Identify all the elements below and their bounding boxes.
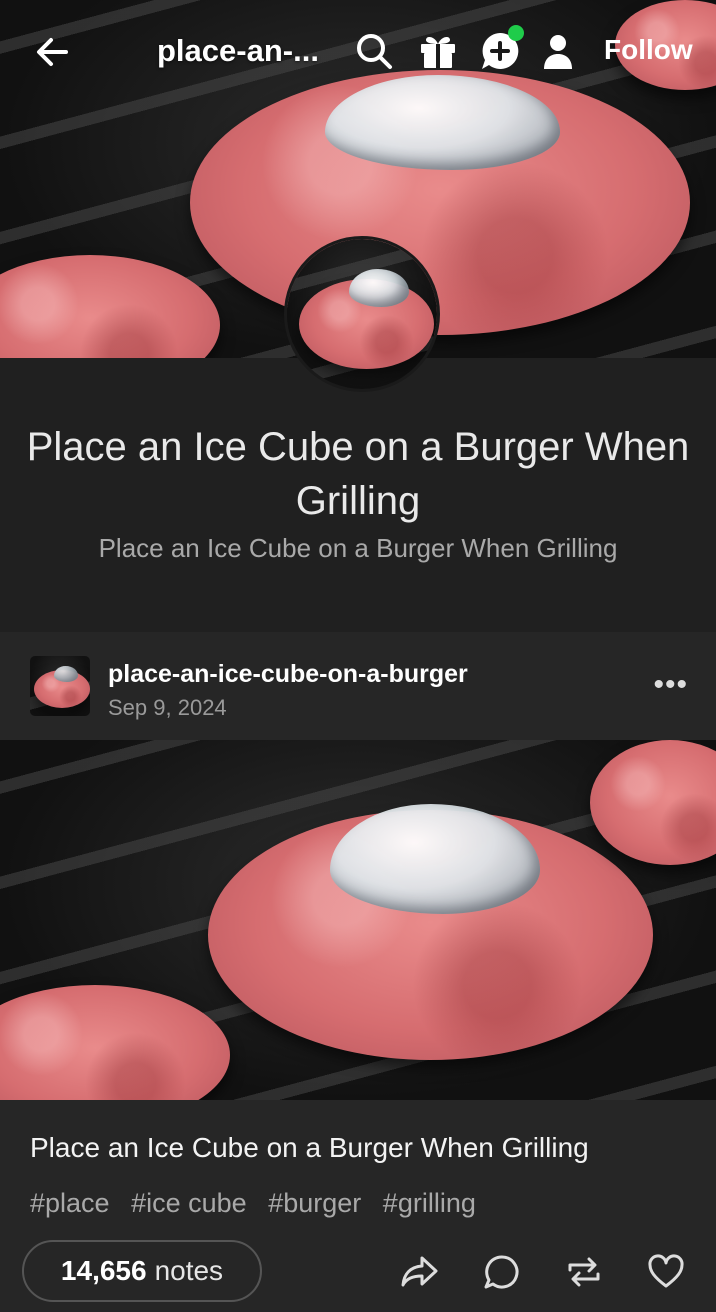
notes-count: 14,656 <box>60 1255 147 1286</box>
post-avatar[interactable] <box>30 656 90 716</box>
blog-description: Place an Ice Cube on a Burger When Grill… <box>98 533 618 563</box>
post-blog-name[interactable]: place-an-ice-cube-on-a-burger <box>108 660 468 689</box>
post-header: place-an-ice-cube-on-a-burger Sep 9, 202… <box>0 632 716 740</box>
account-icon[interactable] <box>538 31 578 71</box>
post-date: Sep 9, 2024 <box>108 695 227 720</box>
reblog-icon[interactable] <box>564 1252 604 1292</box>
post-text: Place an Ice Cube on a Burger When Grill… <box>30 1132 589 1163</box>
reply-icon[interactable] <box>482 1252 522 1292</box>
like-icon[interactable] <box>646 1252 686 1292</box>
tag-grilling[interactable]: #grilling <box>383 1188 476 1218</box>
compose-icon[interactable] <box>480 25 524 71</box>
follow-button[interactable]: Follow <box>604 34 693 66</box>
post-image[interactable] <box>0 740 716 1100</box>
notes-button[interactable]: 14,656 notes <box>22 1240 262 1302</box>
tag-place[interactable]: #place <box>30 1188 110 1218</box>
share-icon[interactable] <box>400 1252 440 1292</box>
tag-burger[interactable]: #burger <box>268 1188 361 1218</box>
tag-list: #place #ice cube #burger #grilling <box>30 1188 490 1219</box>
notification-dot <box>508 25 524 41</box>
search-icon[interactable] <box>354 31 394 71</box>
gift-icon[interactable] <box>418 31 458 71</box>
blog-title: Place an Ice Cube on a Burger When Grill… <box>26 425 690 523</box>
more-icon[interactable]: ••• <box>653 668 688 702</box>
blog-name-title: place-an-... <box>157 33 319 68</box>
tag-ice-cube[interactable]: #ice cube <box>131 1188 247 1218</box>
blog-avatar[interactable] <box>284 236 440 392</box>
notes-label: notes <box>154 1255 224 1286</box>
top-bar: place-an-... Follow <box>0 0 716 108</box>
back-arrow-icon[interactable] <box>30 30 74 74</box>
